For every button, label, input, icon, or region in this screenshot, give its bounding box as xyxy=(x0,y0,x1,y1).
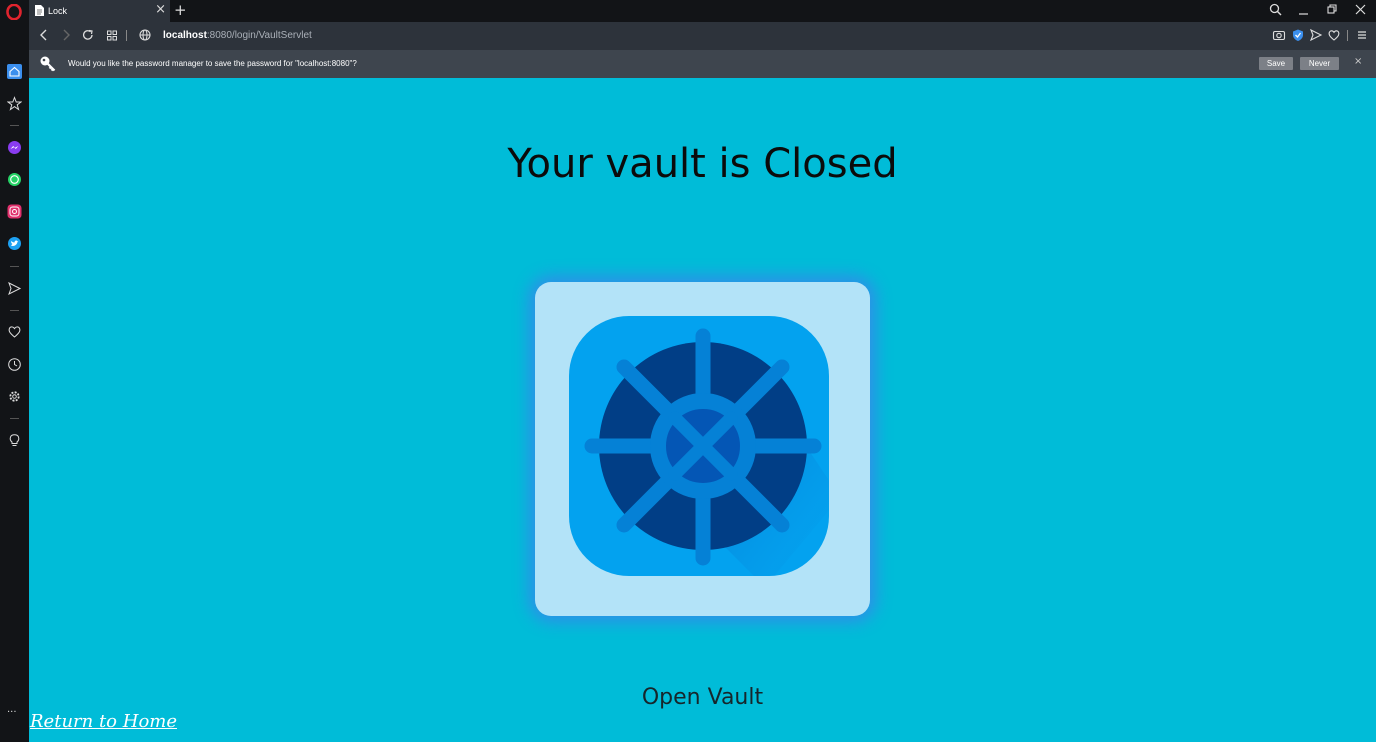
heart-icon[interactable] xyxy=(7,324,22,339)
send-icon[interactable] xyxy=(7,281,22,296)
open-vault-button[interactable]: Open Vault xyxy=(29,684,1376,712)
forward-icon[interactable] xyxy=(59,28,73,42)
divider xyxy=(1347,30,1348,41)
opera-logo-icon[interactable] xyxy=(6,4,22,20)
vault-card[interactable] xyxy=(535,282,870,616)
page-title: Your vault is Closed xyxy=(507,141,898,187)
browser-tab[interactable]: Lock × xyxy=(29,0,170,22)
star-icon[interactable] xyxy=(7,96,22,111)
address-bar: localhost:8080/login/VaultServlet xyxy=(29,22,1376,50)
restore-icon[interactable] xyxy=(1326,3,1339,16)
vault-wheel-icon xyxy=(569,316,829,576)
home-icon[interactable] xyxy=(7,64,22,79)
password-save-bar: Would you like the password manager to s… xyxy=(29,50,1376,78)
heart-icon[interactable] xyxy=(1327,28,1341,42)
document-icon xyxy=(35,5,44,16)
never-save-button[interactable]: Never xyxy=(1300,57,1339,70)
more-icon[interactable]: ··· xyxy=(7,708,17,718)
sidebar: ··· xyxy=(0,22,29,742)
whatsapp-icon[interactable] xyxy=(7,172,22,187)
instagram-icon[interactable] xyxy=(7,204,22,219)
close-window-icon[interactable] xyxy=(1354,3,1367,16)
globe-icon[interactable] xyxy=(138,28,152,42)
separator xyxy=(10,310,19,311)
twitter-icon[interactable] xyxy=(7,236,22,251)
divider xyxy=(126,30,127,41)
back-icon[interactable] xyxy=(37,28,51,42)
page-content: Your vault is Closed Open Vault Return t… xyxy=(29,78,1376,742)
separator xyxy=(10,266,19,267)
plus-icon[interactable]: + xyxy=(174,1,187,19)
separator xyxy=(10,125,19,126)
settings-icon[interactable] xyxy=(7,389,22,404)
tab-strip: Lock × + xyxy=(0,0,1376,22)
close-icon[interactable]: × xyxy=(1354,56,1362,67)
separator xyxy=(10,418,19,419)
url-field[interactable]: localhost:8080/login/VaultServlet xyxy=(163,29,312,43)
reload-icon[interactable] xyxy=(81,28,95,42)
send-icon[interactable] xyxy=(1309,28,1323,42)
return-home-link[interactable]: Return to Home xyxy=(30,711,177,733)
camera-icon[interactable] xyxy=(1272,28,1286,42)
menu-icon[interactable] xyxy=(1355,28,1369,42)
grid-icon[interactable] xyxy=(105,28,119,42)
minimize-icon[interactable] xyxy=(1297,3,1310,16)
search-icon[interactable] xyxy=(1269,3,1282,16)
history-icon[interactable] xyxy=(7,357,22,372)
url-path: :8080/login/VaultServlet xyxy=(206,30,312,41)
lightbulb-icon[interactable] xyxy=(7,432,22,447)
url-host: localhost xyxy=(163,30,207,41)
messenger-icon[interactable] xyxy=(7,140,22,155)
shield-icon[interactable] xyxy=(1291,28,1305,42)
tab-title: Lock xyxy=(48,6,68,16)
close-icon[interactable]: × xyxy=(155,2,166,18)
key-icon xyxy=(40,56,56,72)
password-prompt-text: Would you like the password manager to s… xyxy=(68,59,357,68)
save-password-button[interactable]: Save xyxy=(1259,57,1293,70)
